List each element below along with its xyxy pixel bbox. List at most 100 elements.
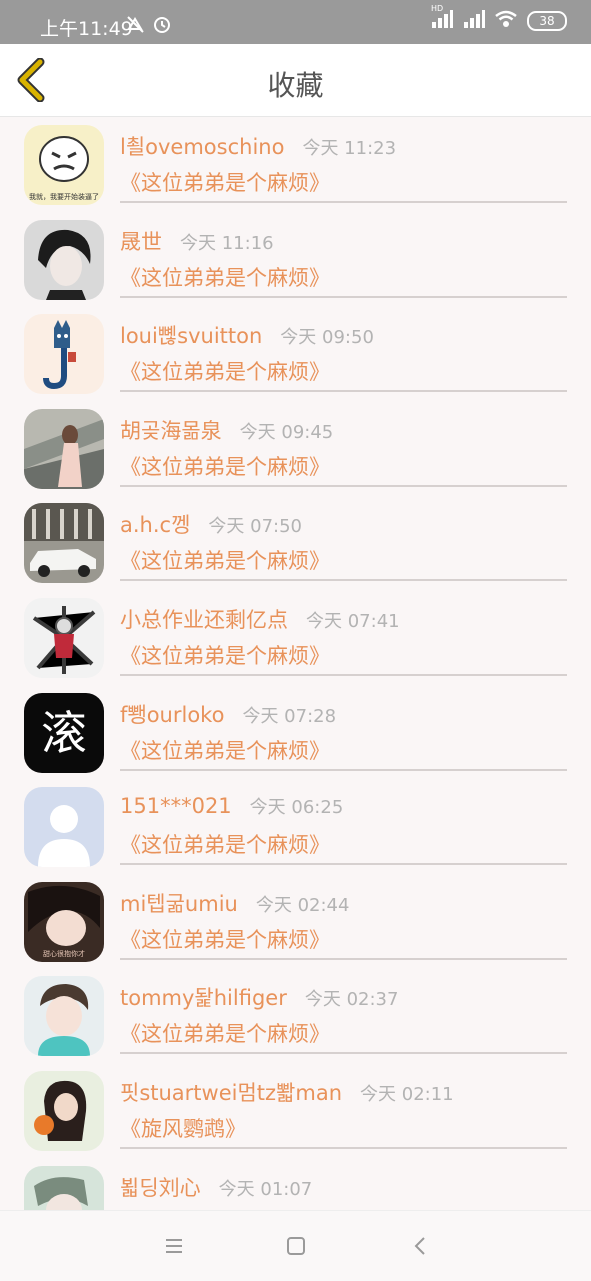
timestamp: 今天 11:16 [180, 232, 274, 254]
favorite-item[interactable]: tommy돭hilfiger 今天 02:37 《这位弟弟是个麻烦》 [0, 968, 591, 1063]
favorite-item[interactable]: 晟世 今天 11:16 《这位弟弟是个麻烦》 [0, 212, 591, 307]
favorite-item[interactable]: a.h.c껭 今天 07:50 《这位弟弟是个麻烦》 [0, 495, 591, 590]
divider [120, 863, 567, 866]
user-name: 151***021 今天 06:25 [120, 793, 343, 819]
book-title[interactable]: 《这位弟弟是个麻烦》 [120, 356, 330, 386]
home-button[interactable] [285, 1235, 307, 1257]
avatar: 我就，我要开始装逼了 [24, 125, 104, 205]
favorite-item[interactable]: 핏stuartwei멈tz뽧man 今天 02:11 《旋风鹦鹉》 [0, 1063, 591, 1158]
signal-hd-icon: HD [431, 4, 453, 32]
divider [120, 201, 567, 203]
user-name: 小总作业还剩亿点 今天 07:41 [120, 604, 400, 634]
system-nav-bar [0, 1210, 591, 1281]
user-name: 晟世 今天 11:16 [120, 226, 274, 256]
status-time: 上午11:49 [40, 18, 133, 40]
user-name-text: mi텝굶umiu [120, 891, 238, 916]
timestamp: 今天 02:11 [360, 1083, 454, 1105]
book-title[interactable]: 《旋风鹦鹉》 [120, 1113, 246, 1143]
avatar [24, 408, 104, 489]
avatar [24, 314, 104, 395]
divider [120, 957, 567, 960]
user-name: a.h.c껭 今天 07:50 [120, 509, 302, 539]
mute-alarm-icons [126, 14, 172, 38]
timestamp: 今天 02:44 [255, 894, 350, 916]
book-title[interactable]: 《这位弟弟是个麻烦》 [120, 262, 330, 292]
status-bar: 上午11:49 HD 38 [0, 0, 591, 44]
user-name-text: 小总作业还剩亿点 [120, 607, 288, 632]
hd-label: HD [431, 4, 444, 13]
user-name: 핏stuartwei멈tz뽧man 今天 02:11 [120, 1077, 454, 1107]
avatar [24, 787, 104, 868]
favorite-item[interactable]: 胡곶海몲泉 今天 09:45 《这位弟弟是个麻烦》 [0, 401, 591, 496]
divider [120, 295, 567, 298]
user-name: f뾍ourloko 今天 07:28 [120, 699, 336, 729]
favorite-item[interactable]: 滚 f뾍ourloko 今天 07:28 《这位弟弟是个麻烦》 [0, 685, 591, 780]
divider [120, 768, 567, 771]
user-name-text: a.h.c껭 [120, 513, 191, 538]
timestamp: 今天 09:50 [280, 327, 374, 349]
book-title[interactable]: 《这位弟弟是个麻烦》 [120, 451, 330, 481]
book-title[interactable]: 《这位弟弟是个麻烦》 [120, 167, 330, 197]
book-title[interactable]: 《这位弟弟是个麻烦》 [120, 735, 330, 765]
divider [120, 1146, 567, 1149]
back-nav-button[interactable] [409, 1235, 431, 1257]
user-name: loui뼪svuitton 今天 09:50 [120, 320, 374, 350]
divider [120, 1052, 567, 1055]
battery-indicator: 38 [527, 11, 567, 31]
user-name-text: f뾍ourloko [120, 702, 225, 727]
avatar-caption: 甜心很抱你才 [43, 949, 85, 958]
user-name-text: loui뼪svuitton [120, 324, 263, 349]
avatar: 甜心很抱你才 [24, 881, 104, 962]
avatar [24, 503, 104, 584]
home-icon [287, 1237, 305, 1255]
user-name-text: 胡곶海몲泉 [120, 418, 222, 443]
avatar [24, 1070, 104, 1151]
user-name: 뵓딩刘心 今天 01:07 [120, 1172, 312, 1202]
timestamp: 今天 02:37 [304, 989, 399, 1011]
user-name: mi텝굶umiu 今天 02:44 [120, 888, 349, 918]
avatar-glyph: 滚 [41, 706, 87, 760]
book-title[interactable]: 《这位弟弟是个麻烦》 [120, 924, 330, 954]
book-title[interactable]: 《这位弟弟是个麻烦》 [120, 640, 330, 670]
default-avatar-icon [24, 787, 104, 868]
user-name-text: 뵓딩刘心 [120, 1175, 201, 1200]
signal-icon [463, 10, 485, 32]
favorite-item[interactable]: 甜心很抱你才 mi텝굶umiu 今天 02:44 《这位弟弟是个麻烦》 [0, 874, 591, 969]
timestamp: 今天 01:07 [218, 1178, 313, 1200]
back-icon [414, 1237, 425, 1255]
user-name-text: l쵤ovemoschino [120, 135, 285, 159]
timestamp: 今天 11:23 [302, 138, 397, 159]
book-title[interactable]: 《这位弟弟是个麻烦》 [120, 1018, 330, 1048]
header: 收藏 [0, 44, 591, 117]
user-name: l쵤ovemoschino 今天 11:23 [120, 131, 396, 161]
menu-icon [166, 1239, 182, 1253]
status-icons: HD 38 [431, 4, 567, 32]
favorites-list: 我就，我要开始装逼了 l쵤ovemoschino 今天 11:23 《这位弟弟是个… [0, 117, 591, 1252]
divider [120, 390, 567, 393]
avatar-caption: 我就，我要开始装逼了 [29, 192, 99, 201]
user-name-text: 晟世 [120, 229, 162, 254]
user-name: 胡곶海몲泉 今天 09:45 [120, 415, 333, 445]
avatar [24, 597, 104, 678]
favorite-item[interactable]: 小总作业还剩亿点 今天 07:41 《这位弟弟是个麻烦》 [0, 590, 591, 685]
favorite-item[interactable]: loui뼪svuitton 今天 09:50 《这位弟弟是个麻烦》 [0, 306, 591, 401]
menu-button[interactable] [163, 1235, 185, 1257]
avatar: 滚 [24, 692, 104, 773]
timestamp: 今天 09:45 [239, 421, 334, 443]
favorite-item[interactable]: 我就，我要开始装逼了 l쵤ovemoschino 今天 11:23 《这位弟弟是个… [0, 117, 591, 212]
avatar [24, 976, 104, 1057]
timestamp: 今天 06:25 [249, 797, 344, 819]
divider [120, 484, 567, 487]
divider [120, 673, 567, 676]
book-title[interactable]: 《这位弟弟是个麻烦》 [120, 829, 330, 859]
user-name-text: 151***021 [120, 794, 232, 819]
avatar [24, 219, 104, 300]
page-title: 收藏 [267, 69, 324, 102]
timestamp: 今天 07:28 [242, 705, 337, 727]
book-title[interactable]: 《这位弟弟是个麻烦》 [120, 545, 330, 575]
user-name-text: tommy돭hilfiger [120, 986, 287, 1011]
wifi-icon [495, 10, 517, 32]
divider [120, 579, 567, 582]
favorite-item[interactable]: 151***021 今天 06:25 《这位弟弟是个麻烦》 [0, 779, 591, 874]
timestamp: 今天 07:50 [208, 516, 303, 538]
